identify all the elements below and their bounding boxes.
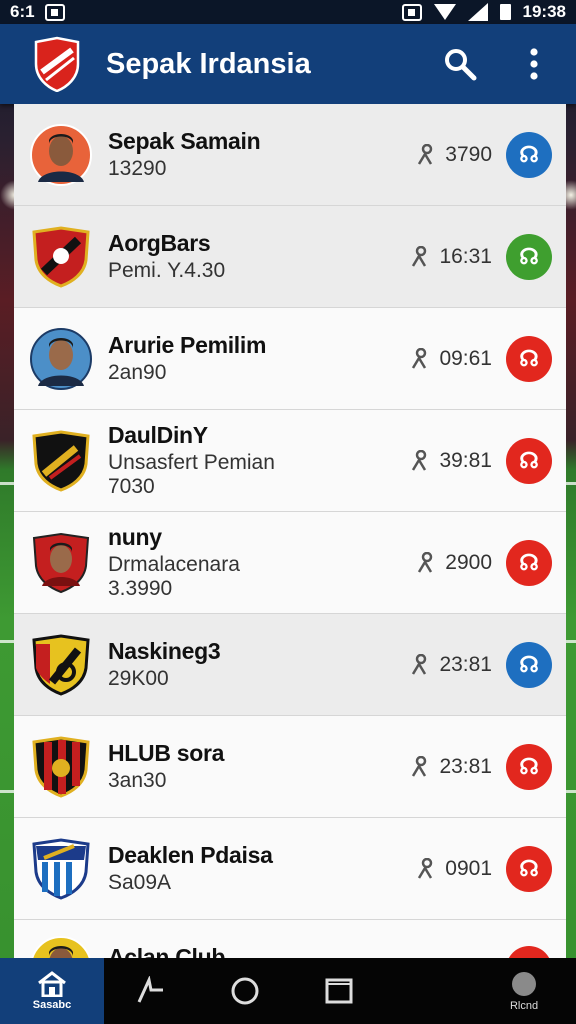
player-portrait-icon: [31, 936, 91, 958]
search-icon[interactable]: [440, 44, 480, 84]
profile-avatar-icon: [512, 971, 536, 996]
club-stat: Drmalacenara: [108, 553, 240, 576]
battery-icon: [499, 4, 511, 20]
app-title: Sepak Irdansia: [106, 47, 311, 80]
person-icon: [412, 653, 427, 675]
club-name: HLUB sora: [108, 740, 225, 766]
club-name: Naskineg3: [108, 638, 221, 664]
list-item[interactable]: Arurie Pemilim 2an90 09:61 ☊: [14, 308, 566, 410]
person-icon: [418, 143, 433, 165]
follow-button[interactable]: ☊: [506, 845, 552, 892]
club-crest-black-icon: [32, 429, 90, 492]
follow-button[interactable]: ☊: [506, 131, 552, 178]
back-icon[interactable]: [104, 958, 198, 1024]
club-metric: 3790: [445, 142, 492, 166]
list-item[interactable]: Deaklen Pdaisa Sa09A 0901 ☊: [14, 818, 566, 920]
recents-icon[interactable]: [292, 958, 386, 1024]
club-stat: Pemi. Y.4.30: [108, 259, 226, 282]
club-metric: 0901: [445, 856, 492, 880]
person-icon: [412, 449, 427, 471]
club-stat: 29K00: [108, 667, 169, 690]
more-vertical-icon[interactable]: [514, 44, 554, 84]
club-metric: 09:61: [439, 346, 492, 370]
follow-icon: ☊: [519, 141, 539, 167]
club-metric: 2900: [445, 550, 492, 574]
follow-button[interactable]: ☊: [506, 641, 552, 688]
nav-profile-tab[interactable]: Rlcnd: [472, 958, 576, 1024]
follow-icon: ☊: [519, 243, 539, 269]
follow-icon: ☊: [519, 345, 539, 371]
app-bar: Sepak Irdansia: [0, 24, 576, 104]
notification-icon: [44, 3, 65, 21]
follow-icon: ☊: [519, 549, 539, 575]
club-name: Deaklen Pdaisa: [108, 842, 273, 868]
list-item[interactable]: Naskineg3 29K00 23:81 ☊: [14, 614, 566, 716]
home-icon: [38, 971, 66, 997]
club-name: Aclan Club: [108, 944, 226, 958]
home-circle-icon[interactable]: [198, 958, 292, 1024]
list-item[interactable]: DaulDinY Unsasfert Pemian 7030 39:81 ☊: [14, 410, 566, 512]
follow-button[interactable]: ☊: [506, 539, 552, 586]
nav-profile-label: Rlcnd: [509, 999, 539, 1012]
follow-icon: ☊: [519, 447, 539, 473]
signal-icon: [467, 3, 488, 21]
list-item[interactable]: HLUB sora 3an30 23:81 ☊: [14, 716, 566, 818]
person-icon: [418, 857, 433, 879]
follow-button[interactable]: ☊: [506, 233, 552, 280]
wifi-icon: [433, 4, 456, 20]
club-stat: 13290: [108, 157, 167, 180]
person-icon: [412, 755, 427, 777]
list-item[interactable]: nuny Drmalacenara 3.3990 2900 ☊: [14, 512, 566, 614]
club-shield-logo-icon[interactable]: [32, 36, 82, 92]
player-portrait-icon: [30, 123, 92, 186]
nav-home-tab[interactable]: Sasabc: [0, 958, 104, 1024]
person-icon: [412, 347, 427, 369]
status-time-right: 19:38: [522, 2, 566, 21]
follow-icon: ☊: [519, 855, 539, 881]
person-icon: [412, 245, 427, 267]
club-name: nuny: [108, 524, 162, 550]
list-item[interactable]: AorgBars Pemi. Y.4.30 16:31 ☊: [14, 206, 566, 308]
club-metric: 39:81: [439, 448, 492, 472]
club-crest-blue-icon: [32, 837, 90, 900]
person-icon: [418, 551, 433, 573]
club-stat: 3an30: [108, 769, 167, 792]
club-stat: Sa09A: [108, 871, 172, 894]
club-name: Sepak Samain: [108, 128, 261, 154]
club-metric: 16:31: [439, 244, 492, 268]
follow-button[interactable]: ☊: [506, 437, 552, 484]
vibrate-icon: [401, 3, 422, 21]
club-crest-red-icon: [32, 225, 90, 288]
club-stat: 2an90: [108, 361, 167, 384]
player-portrait-red-icon: [32, 532, 90, 593]
club-name: Arurie Pemilim: [108, 332, 267, 358]
status-time-left: 6:1: [10, 2, 35, 21]
club-name: DaulDinY: [108, 422, 208, 448]
follow-icon: ☊: [519, 651, 539, 677]
follow-button[interactable]: ☊: [506, 743, 552, 790]
club-metric: 23:81: [439, 652, 492, 676]
status-bar: 6:1 19:38: [0, 0, 576, 24]
player-portrait-icon: [30, 327, 92, 390]
list-item[interactable]: Aclan Club ☊: [14, 920, 566, 958]
follow-icon: ☊: [519, 753, 539, 779]
club-stat: Unsasfert Pemian: [108, 451, 275, 474]
club-crest-redblack-icon: [32, 735, 90, 798]
club-metric: 23:81: [439, 754, 492, 778]
club-stat-2: 3.3990: [108, 577, 173, 600]
nav-home-label: Sasabc: [32, 999, 72, 1011]
follow-button[interactable]: ☊: [506, 946, 552, 958]
club-crest-yellow-icon: [32, 633, 90, 696]
follow-button[interactable]: ☊: [506, 335, 552, 382]
bottom-nav-bar: Sasabc Rlcnd: [0, 958, 576, 1024]
club-list: Sepak Samain 13290 3790 ☊ AorgBars Pemi.…: [14, 104, 566, 958]
list-item[interactable]: Sepak Samain 13290 3790 ☊: [14, 104, 566, 206]
club-stat-2: 7030: [108, 475, 155, 498]
club-name: AorgBars: [108, 230, 211, 256]
